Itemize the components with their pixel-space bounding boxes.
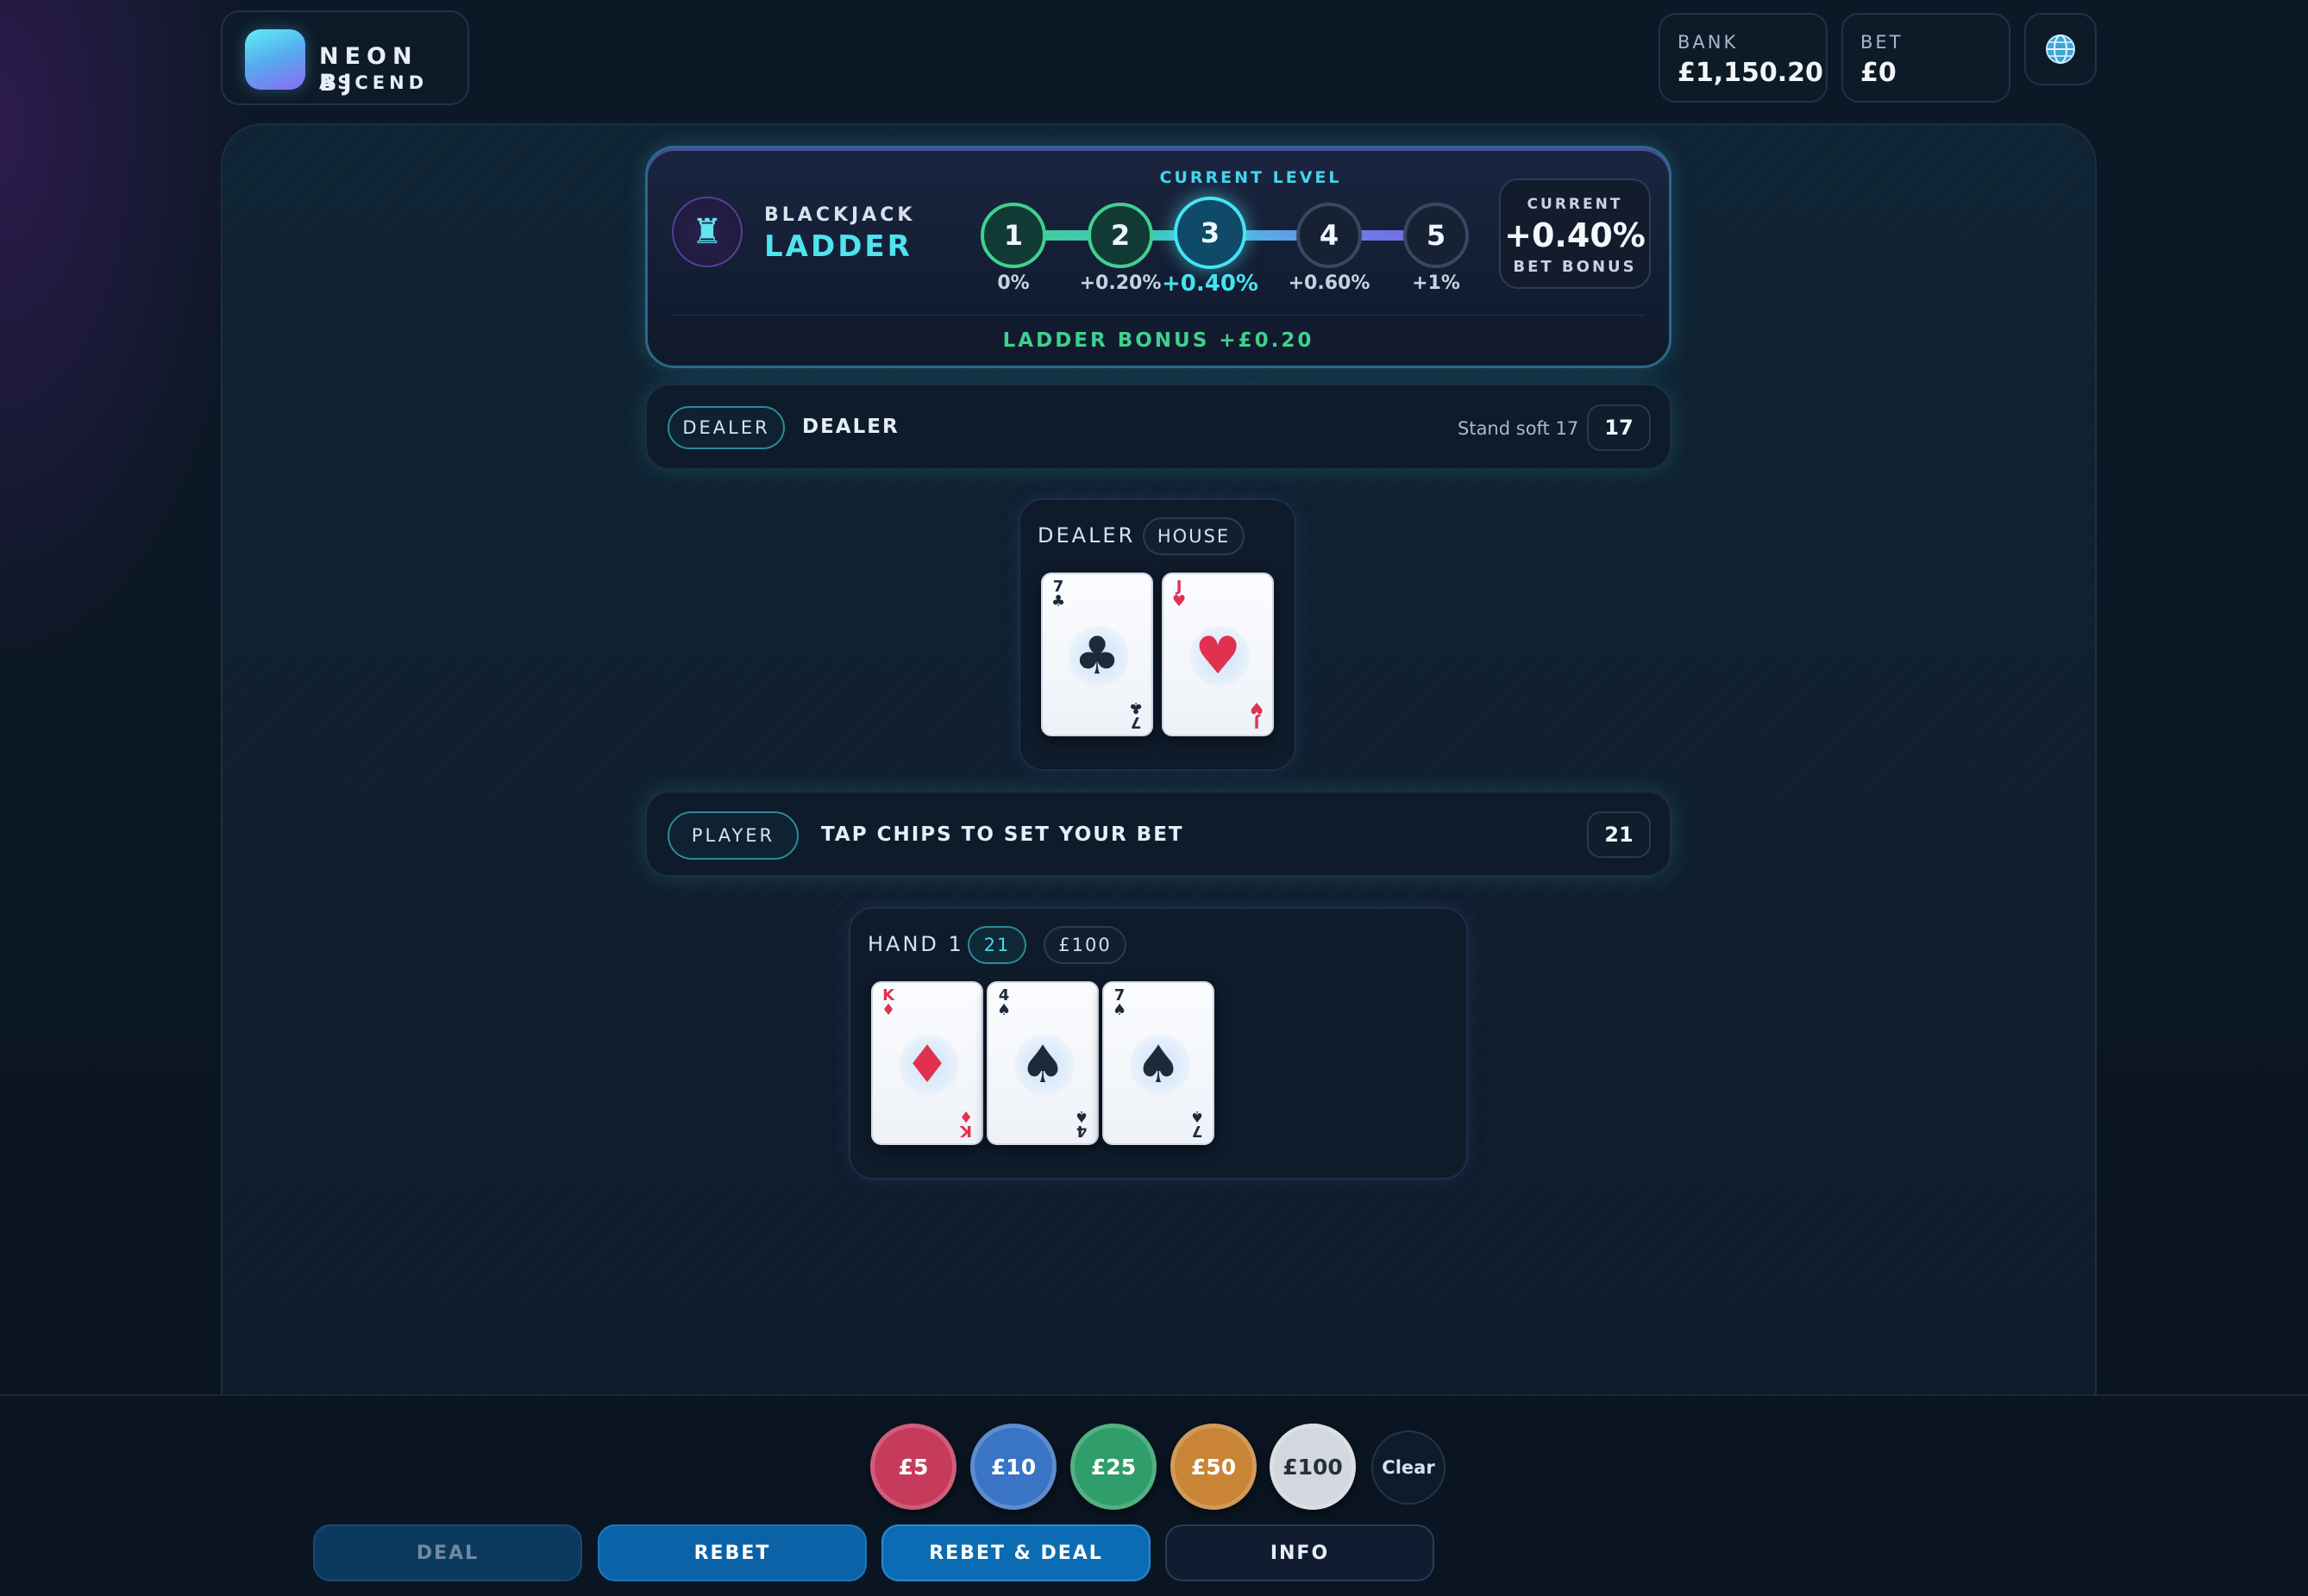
card-corner-bottom: 7 ♣ [1128,698,1143,731]
dealer-card-2: J ♥ ♥ J ♥ [1162,573,1274,736]
bonus-subcaption: BET BONUS [1513,258,1637,276]
player-card-2: 4 ♠ ♠ 4 ♠ [987,981,1099,1145]
blackjack-ladder-panel: ♜ BLACKJACK LADDER CURRENT LEVEL 1 2 3 4… [645,146,1671,368]
hand-score-tag: 21 [968,926,1026,964]
ladder-level-1: 1 [981,203,1046,268]
ladder-title-small: BLACKJACK [764,204,916,226]
player-bar: PLAYER TAP CHIPS TO SET YOUR BET 21 [645,791,1671,877]
card-corner-bottom: J ♥ [1249,698,1264,731]
bet-value: £0 [1860,58,1897,88]
rebet-button[interactable]: REBET [598,1524,867,1581]
current-bet-bonus: CURRENT +0.40% BET BONUS [1499,178,1651,289]
spade-icon: ♠ [1019,1035,1066,1095]
club-icon: ♣ [1074,626,1120,686]
hand-label: HAND 1 [868,932,964,956]
ladder-divider [672,315,1645,316]
spade-icon: ♠ [1135,1035,1182,1095]
ladder-level-3-current: 3 [1174,197,1246,269]
brand-subtitle: ASCEND [319,72,429,93]
globe-icon [2046,34,2075,64]
rebet-deal-button[interactable]: REBET & DEAL [881,1524,1151,1581]
ladder-level-2: 2 [1088,203,1153,268]
info-button[interactable]: INFO [1165,1524,1434,1581]
chip-10[interactable]: £10 [970,1424,1057,1510]
player-score: 21 [1587,811,1651,858]
dealer-hand-label: DEALER [1038,523,1136,548]
bonus-value: +0.40% [1504,216,1646,254]
ladder-level-1-pct: 0% [997,272,1030,294]
rook-icon: ♜ [672,197,743,267]
card-corner: J ♥ [1172,578,1187,610]
chip-100[interactable]: £100 [1270,1424,1356,1510]
dealer-hand: DEALER HOUSE 7 ♣ ♣ 7 ♣ J ♥ ♥ J ♥ [1019,498,1296,771]
bank-value: £1,150.20 [1678,58,1823,88]
card-corner: 7 ♣ [1051,578,1066,610]
language-button[interactable] [2024,13,2097,85]
dealer-pill: DEALER [668,406,785,449]
card-corner: 7 ♠ [1113,986,1127,1019]
ladder-level-3-pct: +0.40% [1162,271,1258,297]
bet-instruction: TAP CHIPS TO SET YOUR BET [821,823,1184,846]
dealer-rule: Stand soft 17 [1458,418,1579,439]
bet-label: BET [1860,32,1903,53]
chip-25[interactable]: £25 [1070,1424,1157,1510]
ladder-level-5: 5 [1403,203,1469,268]
brand-logo[interactable]: NEON BJ ASCEND [221,10,469,105]
bonus-caption: CURRENT [1527,196,1623,213]
chip-5[interactable]: £5 [870,1424,956,1510]
card-corner-bottom: 4 ♠ [1074,1107,1088,1140]
ladder-level-5-pct: +1% [1412,272,1460,294]
heart-icon: ♥ [1195,626,1241,686]
dealer-score: 17 [1587,404,1651,451]
deal-button[interactable]: DEAL [313,1524,582,1581]
dealer-bar: DEALER DEALER Stand soft 17 17 [645,384,1671,470]
bank-display: BANK £1,150.20 [1659,13,1828,103]
current-level-caption: CURRENT LEVEL [1159,168,1342,187]
gradient-logo-icon [245,29,305,90]
card-corner-bottom: 7 ♠ [1189,1107,1204,1140]
card-corner-bottom: K ♦ [958,1107,973,1140]
diamond-icon: ♦ [904,1035,950,1095]
hand-bet-tag: £100 [1044,926,1126,964]
card-corner: 4 ♠ [997,986,1012,1019]
dealer-card-1: 7 ♣ ♣ 7 ♣ [1041,573,1153,736]
player-hand: HAND 1 21 £100 K ♦ ♦ K ♦ 4 ♠ ♠ 4 ♠ 7 ♠ ♠ 7 ♠ [849,907,1468,1180]
clear-button[interactable]: Clear [1371,1430,1446,1505]
card-corner: K ♦ [881,986,896,1019]
ladder-title: LADDER [764,229,913,264]
ladder-bonus-amount: LADDER BONUS +£0.20 [1002,329,1314,352]
bet-display: BET £0 [1841,13,2010,103]
player-pill: PLAYER [668,811,799,860]
bank-label: BANK [1678,32,1739,53]
ladder-level-4-pct: +0.60% [1288,272,1370,294]
player-card-3: 7 ♠ ♠ 7 ♠ [1102,981,1214,1145]
player-card-1: K ♦ ♦ K ♦ [871,981,983,1145]
house-tag: HOUSE [1143,517,1245,555]
ladder-level-4: 4 [1296,203,1362,268]
dealer-bar-title: DEALER [802,416,900,438]
chip-50[interactable]: £50 [1170,1424,1257,1510]
